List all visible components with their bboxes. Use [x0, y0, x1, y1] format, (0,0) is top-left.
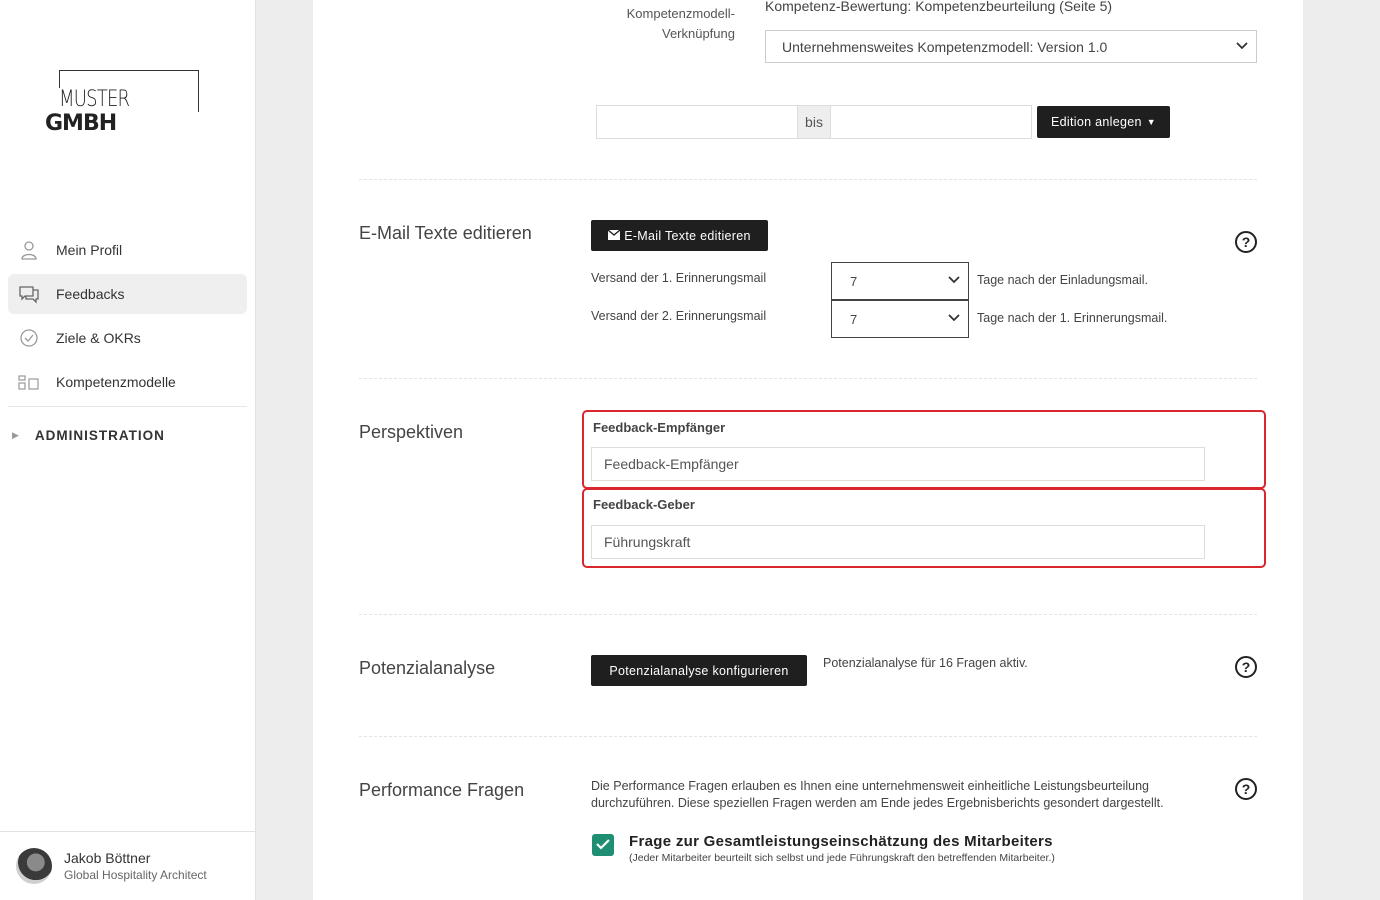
sidebar-item-kompetenzmodelle[interactable]: Kompetenzmodelle: [8, 362, 247, 402]
chat-icon: [18, 283, 40, 305]
competence-heading: Kompetenz-Bewertung: Kompetenzbeurteilun…: [765, 0, 1113, 14]
potential-section-title: Potenzialanalyse: [359, 658, 496, 678]
perspectives-section-title: Perspektiven: [359, 422, 464, 442]
edit-email-texts-button-label: E-Mail Texte editieren: [624, 228, 751, 243]
performance-section-title: Performance Fragen: [359, 780, 525, 800]
edition-from-input[interactable]: [596, 105, 798, 139]
edition-to-input[interactable]: [830, 105, 1032, 139]
user-icon: [18, 239, 40, 261]
avatar: [16, 848, 52, 884]
receiver-label: Feedback-Empfänger: [593, 420, 726, 435]
sidebar-item-feedbacks[interactable]: Feedbacks: [8, 274, 247, 314]
reminder1-select-value: 7: [850, 273, 858, 289]
reminder1-suffix: Tage nach der Einladungsmail.: [977, 273, 1148, 287]
giver-input[interactable]: Führungskraft: [591, 525, 1205, 559]
administration-label: ADMINISTRATION: [34, 428, 165, 443]
sidebar-item-ziele-okrs[interactable]: Ziele & OKRs: [8, 318, 247, 358]
section-divider: [359, 614, 1257, 615]
sidebar-nav: Mein Profil Feedbacks Ziele & OKRs Kompe…: [8, 230, 247, 407]
section-divider: [359, 378, 1257, 379]
overall-performance-checkbox[interactable]: [592, 834, 614, 856]
triangle-right-icon: ▶: [12, 430, 20, 440]
create-edition-button-label: Edition anlegen: [1051, 115, 1142, 129]
section-divider: [359, 736, 1257, 737]
edition-bis-addon: bis: [798, 105, 830, 139]
logo-text-bold: GMBH: [45, 111, 117, 136]
reminder2-label: Versand der 2. Erinnerungsmail: [591, 309, 767, 323]
overall-performance-hint: (Jeder Mitarbeiter beurteilt sich selbst…: [629, 852, 1055, 864]
receiver-input[interactable]: Feedback-Empfänger: [591, 447, 1205, 481]
main-panel: Kompetenzmodell- Verknüpfung Kompetenz-B…: [313, 0, 1303, 900]
competence-link-label: Kompetenzmodell- Verknüpfung: [583, 4, 735, 44]
reminder1-select[interactable]: 7: [831, 262, 969, 300]
chevron-down-icon: [1236, 41, 1248, 53]
help-icon[interactable]: ?: [1235, 778, 1257, 800]
create-edition-button[interactable]: Edition anlegen ▼: [1037, 106, 1170, 138]
sidebar-divider: [8, 406, 247, 407]
competence-model-select-value: Unternehmensweites Kompetenzmodell: Vers…: [782, 38, 1108, 55]
performance-description-line2: durchzuführen. Diese speziellen Fragen w…: [591, 796, 1164, 810]
sidebar-item-mein-profil[interactable]: Mein Profil: [8, 230, 247, 270]
reminder2-suffix: Tage nach der 1. Erinnerungsmail.: [977, 311, 1168, 325]
help-icon[interactable]: ?: [1235, 656, 1257, 678]
sidebar-item-label: Mein Profil: [56, 242, 123, 258]
sidebar: MUSTERGMBH Mein Profil Feedbacks Ziele &…: [0, 0, 256, 900]
sidebar-item-label: Feedbacks: [56, 286, 125, 302]
reminder1-label: Versand der 1. Erinnerungsmail: [591, 271, 767, 285]
envelope-icon: [607, 229, 621, 243]
sidebar-item-label: Kompetenzmodelle: [56, 374, 176, 390]
reminder2-select-value: 7: [850, 311, 858, 327]
email-section-title: E-Mail Texte editieren: [359, 223, 532, 243]
sidebar-item-label: Ziele & OKRs: [56, 330, 141, 346]
competence-link-label-line2: Verknüpfung: [661, 26, 735, 41]
giver-label: Feedback-Geber: [593, 497, 695, 512]
user-name: Jakob Böttner: [64, 850, 151, 866]
configure-potential-button[interactable]: Potenzialanalyse konfigurieren: [591, 655, 807, 686]
chevron-down-icon: [948, 275, 960, 287]
performance-description-line1: Die Performance Fragen erlauben es Ihnen…: [591, 779, 1149, 793]
logo-text-light: MUSTER: [59, 87, 130, 112]
user-profile[interactable]: Jakob Böttner Global Hospitality Archite…: [0, 831, 256, 900]
user-role: Global Hospitality Architect: [64, 868, 207, 882]
performance-description: Die Performance Fragen erlauben es Ihnen…: [591, 778, 1164, 812]
page-background-right: [1303, 0, 1380, 900]
help-icon[interactable]: ?: [1235, 231, 1257, 253]
competence-link-label-line1: Kompetenzmodell-: [626, 6, 735, 21]
checkmark-icon: [596, 837, 610, 853]
reminder2-select[interactable]: 7: [831, 300, 969, 338]
section-divider: [359, 179, 1257, 180]
chevron-down-icon: [948, 313, 960, 325]
potential-status: Potenzialanalyse für 16 Fragen aktiv.: [823, 656, 1028, 670]
check-circle-icon: [18, 327, 40, 349]
model-icon: [18, 371, 40, 393]
caret-down-icon: ▼: [1146, 117, 1156, 127]
overall-performance-label: Frage zur Gesamtleistungseinschätzung de…: [629, 833, 1053, 850]
competence-model-select[interactable]: Unternehmensweites Kompetenzmodell: Vers…: [765, 30, 1257, 63]
company-logo[interactable]: MUSTERGMBH: [45, 70, 199, 136]
edit-email-texts-button[interactable]: E-Mail Texte editieren: [591, 220, 768, 251]
sidebar-item-administration[interactable]: ▶ ADMINISTRATION: [12, 428, 165, 443]
